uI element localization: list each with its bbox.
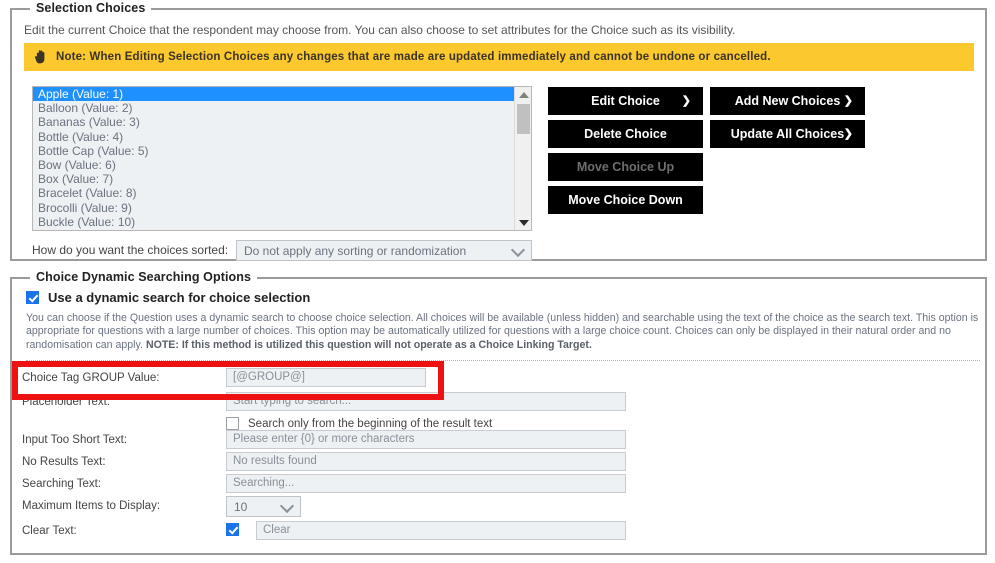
warning-note-text: Note: When Editing Selection Choices any… bbox=[56, 51, 771, 63]
use-dynamic-search-label: Use a dynamic search for choice selectio… bbox=[48, 290, 311, 305]
chevron-right-icon: ❯ bbox=[681, 95, 691, 107]
add-new-choices-button-label: Add New Choices bbox=[734, 94, 841, 108]
list-item[interactable]: Candle (Value: 11) bbox=[33, 229, 514, 230]
section-divider bbox=[26, 360, 980, 361]
searching-text-input[interactable]: Searching... bbox=[226, 474, 626, 493]
list-item[interactable]: Box (Value: 7) bbox=[33, 172, 514, 186]
choice-tag-group-value-label: Choice Tag GROUP Value: bbox=[22, 372, 160, 384]
choices-list[interactable]: Apple (Value: 1) Balloon (Value: 2) Banana… bbox=[33, 87, 514, 230]
use-dynamic-search-row[interactable]: Use a dynamic search for choice selectio… bbox=[26, 290, 310, 305]
clear-text-row: Clear Text: Clear bbox=[14, 521, 968, 543]
move-choice-down-button-label: Move Choice Down bbox=[568, 193, 683, 207]
move-choice-up-button[interactable]: Move Choice Up bbox=[548, 153, 703, 181]
use-dynamic-search-checkbox[interactable] bbox=[26, 291, 39, 304]
placeholder-text-row: Placeholder Text: Start typing to search… bbox=[14, 392, 968, 414]
update-all-choices-button-label: Update All Choices bbox=[730, 127, 845, 141]
chevron-right-icon: ❯ bbox=[843, 128, 853, 140]
list-item[interactable]: Bow (Value: 6) bbox=[33, 158, 514, 172]
choice-tag-group-value-row: Choice Tag GROUP Value: [@GROUP@] bbox=[14, 368, 968, 390]
scrollbar-thumb[interactable] bbox=[517, 104, 530, 134]
choice-tag-group-value-input[interactable]: [@GROUP@] bbox=[226, 368, 426, 387]
delete-choice-button[interactable]: Delete Choice bbox=[548, 120, 703, 148]
selection-choices-panel: Selection Choices Edit the current Choic… bbox=[10, 1, 987, 262]
clear-text-label: Clear Text: bbox=[22, 525, 77, 537]
list-item[interactable]: Bananas (Value: 3) bbox=[33, 115, 514, 129]
choice-sorting-label: How do you want the choices sorted: bbox=[32, 243, 229, 257]
maximum-items-select[interactable]: 10 bbox=[226, 496, 301, 517]
choices-listbox-scrollbar[interactable] bbox=[514, 87, 531, 230]
update-all-choices-button[interactable]: Update All Choices ❯ bbox=[710, 120, 865, 148]
list-item[interactable]: Balloon (Value: 2) bbox=[33, 101, 514, 115]
hand-stop-icon bbox=[34, 50, 45, 64]
clear-text-checkbox[interactable] bbox=[226, 523, 239, 536]
dynamic-search-description: You can choose if the Question uses a dy… bbox=[26, 312, 980, 352]
input-too-short-row: Input Too Short Text: Please enter {0} o… bbox=[14, 430, 968, 452]
searching-text-row: Searching Text: Searching... bbox=[14, 474, 968, 496]
dynamic-search-legend: Choice Dynamic Searching Options bbox=[30, 270, 258, 284]
input-too-short-input[interactable]: Please enter {0} or more characters bbox=[226, 430, 626, 449]
list-item[interactable]: Brocolli (Value: 9) bbox=[33, 201, 514, 215]
chevron-right-icon: ❯ bbox=[843, 95, 853, 107]
scroll-up-arrow-icon[interactable] bbox=[515, 87, 531, 102]
choice-sorting-value: Do not apply any sorting or randomizatio… bbox=[244, 243, 467, 258]
move-choice-down-button[interactable]: Move Choice Down bbox=[548, 186, 703, 214]
input-too-short-label: Input Too Short Text: bbox=[22, 434, 128, 446]
clear-text-input[interactable]: Clear bbox=[256, 521, 626, 540]
no-results-text-row: No Results Text: No results found bbox=[14, 452, 968, 474]
delete-choice-button-label: Delete Choice bbox=[584, 127, 667, 141]
placeholder-text-input[interactable]: Start typing to search... bbox=[226, 392, 626, 411]
scroll-down-arrow-icon[interactable] bbox=[515, 215, 531, 230]
search-from-beginning-label: Search only from the beginning of the re… bbox=[248, 417, 493, 430]
choice-sorting-select[interactable]: Do not apply any sorting or randomizatio… bbox=[236, 240, 532, 261]
placeholder-text-label: Placeholder Text: bbox=[22, 396, 111, 408]
chevron-down-icon bbox=[510, 242, 526, 257]
list-item[interactable]: Buckle (Value: 10) bbox=[33, 215, 514, 229]
list-item[interactable]: Bracelet (Value: 8) bbox=[33, 186, 514, 200]
warning-note-bar: Note: When Editing Selection Choices any… bbox=[24, 43, 974, 71]
edit-choice-button[interactable]: Edit Choice ❯ bbox=[548, 87, 703, 115]
no-results-text-label: No Results Text: bbox=[22, 456, 106, 468]
move-choice-up-button-label: Move Choice Up bbox=[576, 160, 675, 174]
searching-text-label: Searching Text: bbox=[22, 478, 102, 490]
add-new-choices-button[interactable]: Add New Choices ❯ bbox=[710, 87, 865, 115]
list-item[interactable]: Apple (Value: 1) bbox=[33, 87, 514, 102]
selection-choices-description: Edit the current Choice that the respond… bbox=[24, 23, 736, 37]
search-from-beginning-wrap[interactable]: Search only from the beginning of the re… bbox=[226, 417, 492, 430]
no-results-text-input[interactable]: No results found bbox=[226, 452, 626, 471]
list-item[interactable]: Bottle (Value: 4) bbox=[33, 130, 514, 144]
maximum-items-label: Maximum Items to Display: bbox=[22, 500, 161, 512]
maximum-items-value: 10 bbox=[234, 499, 248, 514]
selection-choices-legend: Selection Choices bbox=[30, 1, 152, 15]
choices-listbox[interactable]: Apple (Value: 1) Balloon (Value: 2) Banana… bbox=[32, 86, 532, 231]
search-from-beginning-checkbox[interactable] bbox=[226, 417, 239, 430]
list-item[interactable]: Bottle Cap (Value: 5) bbox=[33, 144, 514, 158]
edit-choice-button-label: Edit Choice bbox=[591, 94, 660, 108]
chevron-down-icon bbox=[279, 498, 295, 513]
dynamic-search-description-note: NOTE: If this method is utilized this qu… bbox=[145, 338, 592, 351]
maximum-items-row: Maximum Items to Display: 10 bbox=[14, 496, 968, 518]
choice-sorting-row: How do you want the choices sorted: Do n… bbox=[32, 240, 542, 262]
